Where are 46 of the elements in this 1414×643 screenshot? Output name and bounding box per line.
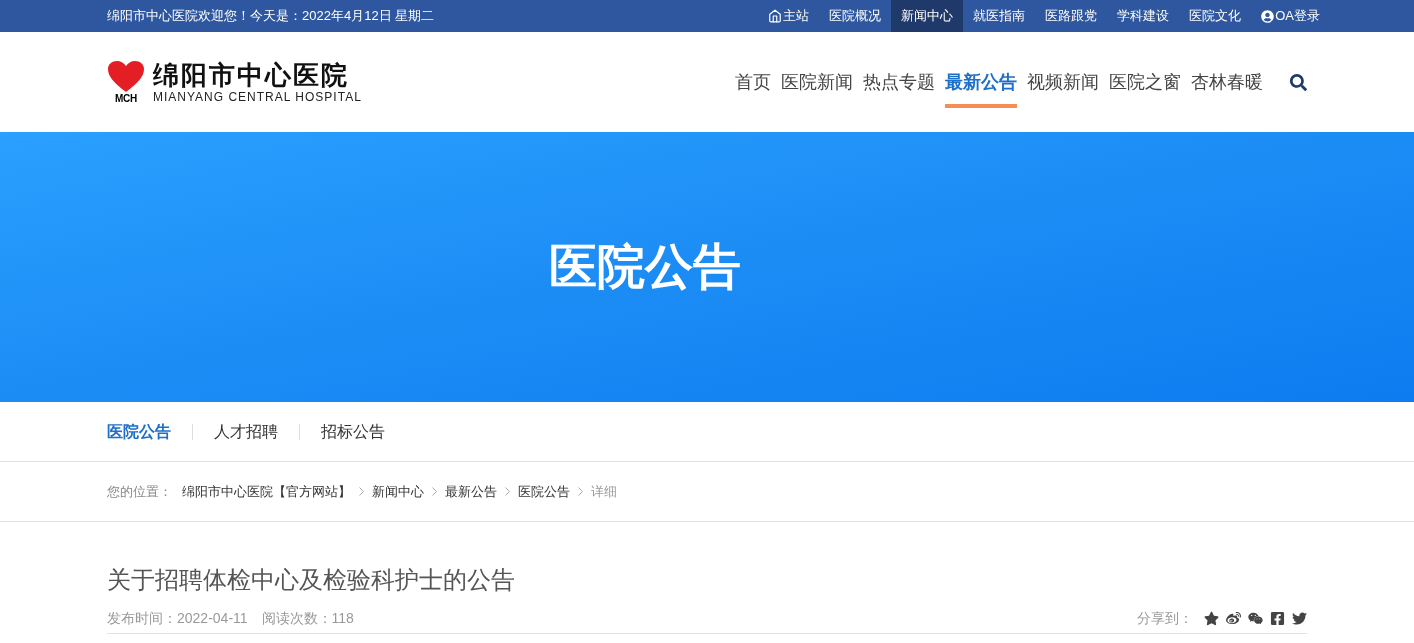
banner-title: 医院公告 [549,239,741,295]
chevron-icon [359,487,364,496]
current-page-text: 详细 [591,482,617,501]
heart-logo-icon [107,60,145,94]
sub-nav-tab[interactable]: 招标公告 [321,419,385,444]
main-nav-link[interactable]: 视频新闻 [1027,56,1099,108]
top-nav-link[interactable]: 就医指南 [963,0,1036,32]
main-nav-link[interactable]: 医院之窗 [1109,56,1181,108]
publish-date: 发布时间：2022-04-11 [107,609,248,628]
sub-nav-tab[interactable]: 人才招聘 [214,419,278,444]
star-icon[interactable] [1204,611,1219,626]
main-nav-link[interactable]: 最新公告 [945,56,1017,108]
main-nav-link[interactable]: 医院新闻 [781,56,853,108]
share-label: 分享到： [1137,609,1193,628]
main-nav-link[interactable]: 杏林春暖 [1191,56,1263,108]
search-icon[interactable] [1290,73,1307,91]
top-nav-link[interactable]: 新闻中心 [891,0,964,32]
article-title: 关于招聘体检中心及检验科护士的公告 [107,565,516,595]
main-nav-link[interactable]: 热点专题 [863,56,935,108]
top-nav-link[interactable]: 医路跟党 [1035,0,1108,32]
main-nav-link[interactable]: 首页 [735,56,771,108]
sub-nav-tab[interactable]: 医院公告 [107,419,171,444]
chevron-icon [505,487,510,496]
top-nav-link[interactable]: OA登录 [1251,0,1330,32]
read-count: 阅读次数：118 [261,609,354,628]
logo-english: MIANYANG CENTRAL HOSPITAL [153,90,362,104]
wechat-icon[interactable] [1248,611,1263,626]
welcome-text: 绵阳市中心医院欢迎您！今天是：2022年4月12日 星期二 [107,7,435,26]
logo-mark: MCH [115,94,137,104]
breadcrumb-link[interactable]: 医院公告 [518,481,570,502]
facebook-icon[interactable] [1270,611,1285,626]
chevron-icon [578,487,583,496]
home-icon [768,9,783,23]
breadcrumb-link[interactable]: 最新公告 [445,481,497,502]
top-nav-link[interactable]: 医院概况 [819,0,892,32]
user-icon [1261,9,1275,23]
top-nav-link[interactable]: 学科建设 [1107,0,1180,32]
chevron-icon [432,487,437,496]
twitter-icon[interactable] [1292,611,1307,626]
breadcrumb-link[interactable]: 新闻中心 [372,481,424,502]
top-nav-link[interactable]: 医院文化 [1179,0,1252,32]
breadcrumb-label: 您的位置： [107,482,172,501]
top-nav-link[interactable]: 主站 [758,0,820,32]
logo-name: 绵阳市中心医院 [153,60,350,90]
weibo-icon[interactable] [1226,611,1241,626]
breadcrumb-link[interactable]: 绵阳市中心医院【官方网站】 [182,481,351,502]
